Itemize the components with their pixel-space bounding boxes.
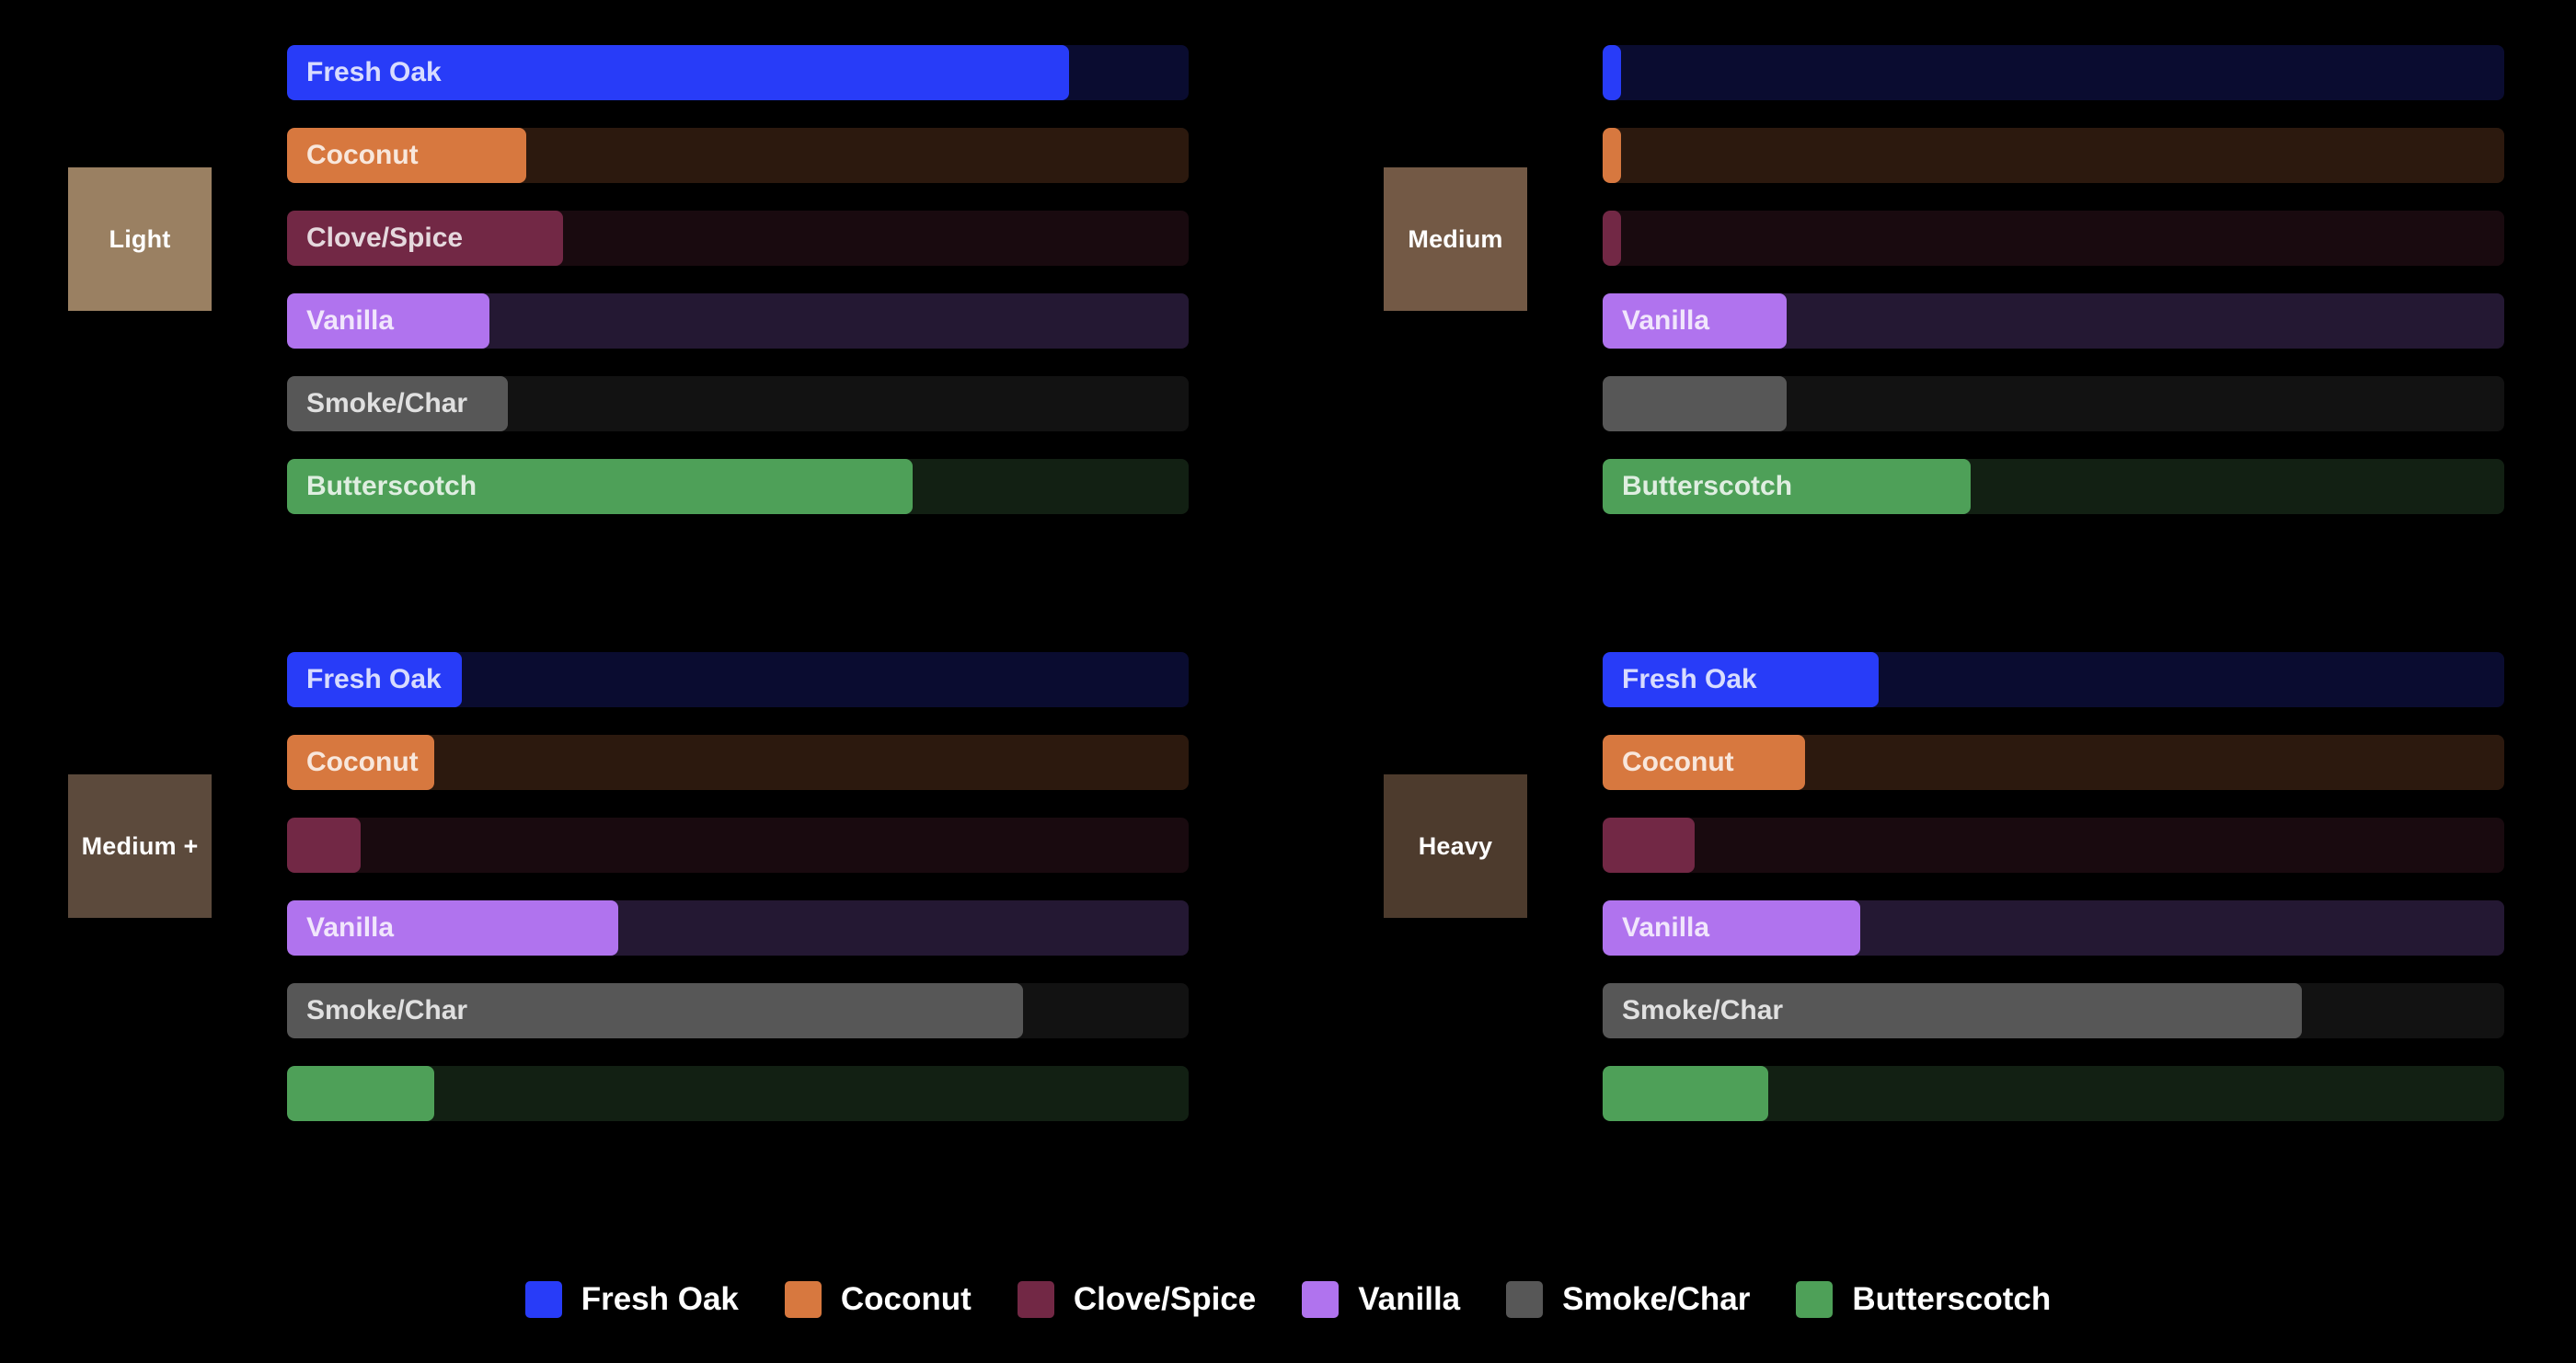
bar-smoke-char: Smoke/Char (1603, 983, 2302, 1038)
bar-smoke-char: Smoke/Char (287, 983, 1023, 1038)
bar-track-fresh-oak: Fresh Oak (1603, 652, 2504, 707)
bar-track-clove-spice: Clove/Spice (287, 211, 1189, 266)
category-tile: Heavy (1384, 774, 1527, 918)
category-label: Heavy (1418, 831, 1493, 860)
legend: Fresh Oak Coconut Clove/Spice Vanilla Smoke/… (0, 1281, 2576, 1318)
panel-heavy: Heavy Fresh Oak Coconut Vanilla Smoke/Char (1316, 607, 2512, 1159)
panel-medium-plus: Medium + Fresh Oak Coconut Vanilla Smoke/Cha… (0, 607, 1196, 1159)
bar-track-fresh-oak (1603, 45, 2504, 100)
bar-track-fresh-oak: Fresh Oak (287, 652, 1189, 707)
bar-vanilla: Vanilla (287, 293, 489, 349)
bar-fresh-oak: Fresh Oak (287, 45, 1069, 100)
legend-swatch (1796, 1281, 1834, 1318)
bar-vanilla: Vanilla (1603, 900, 1860, 956)
legend-label: Fresh Oak (581, 1281, 739, 1317)
bar-track-coconut: Coconut (287, 128, 1189, 183)
bar-label: Butterscotch (306, 471, 477, 501)
bar-track-butterscotch: Butterscotch (287, 459, 1189, 514)
category-label: Light (109, 224, 171, 253)
bar-label: Clove/Spice (306, 223, 464, 253)
bar-track-butterscotch: Butterscotch (1603, 459, 2504, 514)
bar-label: Coconut (1622, 747, 1734, 777)
bar-clove-spice: Clove/Spice (287, 211, 563, 266)
bar-track-coconut: Coconut (287, 735, 1189, 790)
bar-track-vanilla: Vanilla (1603, 293, 2504, 349)
legend-item-coconut: Coconut (784, 1281, 972, 1318)
bar-track-fresh-oak: Fresh Oak (287, 45, 1189, 100)
bar-fresh-oak (1603, 45, 1621, 100)
bar-clove-spice (287, 818, 361, 873)
bar-track-clove-spice (1603, 818, 2504, 873)
bar-track-smoke-char: Smoke/Char (287, 983, 1189, 1038)
bar-coconut: Coconut (287, 128, 526, 183)
bar-label: Vanilla (1622, 912, 1710, 943)
legend-label: Coconut (840, 1281, 972, 1317)
bar-track-butterscotch (287, 1066, 1189, 1121)
bar-track-coconut: Coconut (1603, 735, 2504, 790)
legend-item-clove-spice: Clove/Spice (1017, 1281, 1257, 1318)
legend-label: Vanilla (1358, 1281, 1461, 1317)
category-tile: Medium (1384, 167, 1527, 311)
bar-label: Smoke/Char (1622, 995, 1784, 1025)
bar-fresh-oak: Fresh Oak (287, 652, 462, 707)
bar-label: Coconut (306, 747, 419, 777)
bar-track-smoke-char: Smoke/Char (287, 376, 1189, 431)
bar-label: Vanilla (1622, 305, 1710, 336)
category-label: Medium (1408, 224, 1503, 253)
bar-coconut (1603, 128, 1621, 183)
bar-label: Fresh Oak (1622, 664, 1757, 694)
legend-swatch (1506, 1281, 1544, 1318)
bar-track-smoke-char (1603, 376, 2504, 431)
bar-clove-spice (1603, 818, 1695, 873)
bar-label: Smoke/Char (306, 995, 468, 1025)
legend-label: Butterscotch (1852, 1281, 2052, 1317)
bar-track-smoke-char: Smoke/Char (1603, 983, 2504, 1038)
bar-track-vanilla: Vanilla (1603, 900, 2504, 956)
bar-smoke-char: Smoke/Char (287, 376, 508, 431)
bar-label: Vanilla (306, 305, 395, 336)
bar-label: Fresh Oak (306, 57, 442, 87)
legend-label: Smoke/Char (1562, 1281, 1751, 1317)
category-tile: Medium + (68, 774, 212, 918)
bar-vanilla: Vanilla (1603, 293, 1787, 349)
bar-label: Coconut (306, 140, 419, 170)
bar-butterscotch: Butterscotch (287, 459, 913, 514)
bar-label: Vanilla (306, 912, 395, 943)
bar-track-vanilla: Vanilla (287, 293, 1189, 349)
bar-track-coconut (1603, 128, 2504, 183)
legend-swatch (524, 1281, 562, 1318)
legend-item-vanilla: Vanilla (1302, 1281, 1460, 1318)
bar-smoke-char (1603, 376, 1787, 431)
legend-item-fresh-oak: Fresh Oak (524, 1281, 739, 1318)
legend-label: Clove/Spice (1073, 1281, 1257, 1317)
legend-swatch (1017, 1281, 1054, 1318)
bar-fresh-oak: Fresh Oak (1603, 652, 1879, 707)
bar-butterscotch (287, 1066, 434, 1121)
bar-butterscotch: Butterscotch (1603, 459, 1971, 514)
panel-medium: Medium Vanilla Butterscotch (1316, 0, 2512, 552)
bar-track-clove-spice (287, 818, 1189, 873)
legend-item-butterscotch: Butterscotch (1796, 1281, 2051, 1318)
legend-swatch (1302, 1281, 1340, 1318)
bar-butterscotch (1603, 1066, 1768, 1121)
legend-swatch (784, 1281, 822, 1318)
bar-label: Fresh Oak (306, 664, 442, 694)
bar-track-vanilla: Vanilla (287, 900, 1189, 956)
bar-label: Butterscotch (1622, 471, 1793, 501)
bar-label: Smoke/Char (306, 388, 468, 418)
bar-vanilla: Vanilla (287, 900, 618, 956)
bar-coconut: Coconut (1603, 735, 1805, 790)
category-tile: Light (68, 167, 212, 311)
category-label: Medium + (81, 831, 199, 860)
panel-light: Light Fresh Oak Coconut Clove/Spice Vanilla S… (0, 0, 1196, 552)
bar-coconut: Coconut (287, 735, 434, 790)
legend-item-smoke-char: Smoke/Char (1506, 1281, 1750, 1318)
bar-track-clove-spice (1603, 211, 2504, 266)
bar-clove-spice (1603, 211, 1621, 266)
bar-track-butterscotch (1603, 1066, 2504, 1121)
